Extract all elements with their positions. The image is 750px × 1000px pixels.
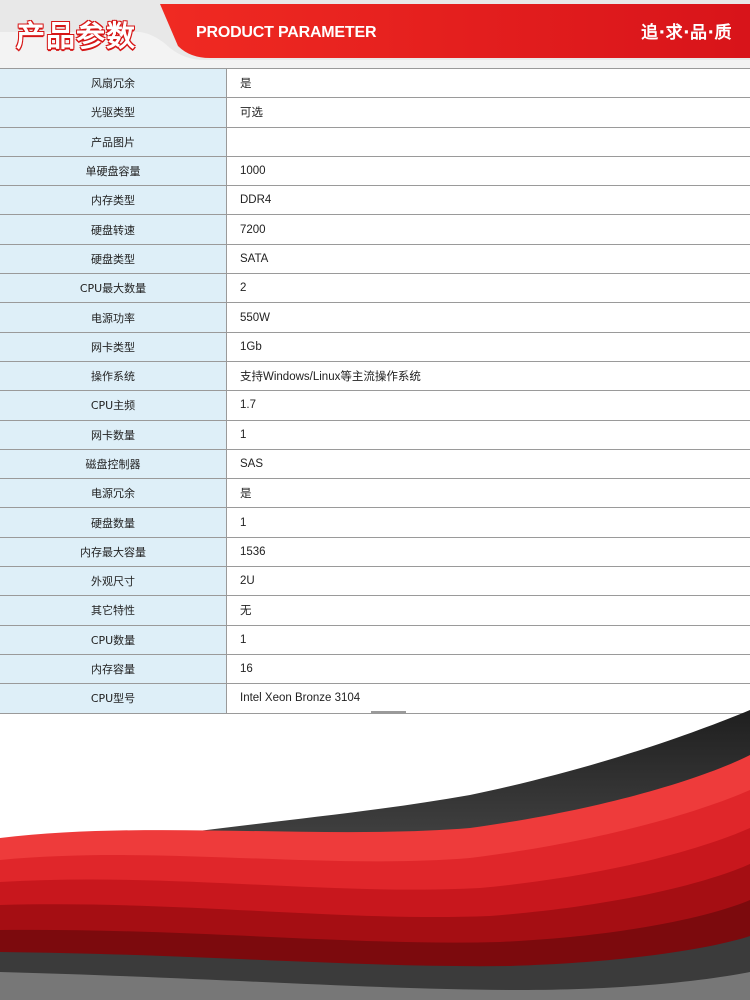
- param-value: 16: [226, 653, 750, 685]
- table-row: 磁盘控制器 SAS: [0, 448, 750, 480]
- param-value: 1: [226, 624, 750, 655]
- table-row: CPU主频 1.7: [0, 390, 750, 421]
- param-label: 其它特性: [0, 595, 227, 626]
- table-row: CPU最大数量 2: [0, 273, 750, 304]
- table-row: 内存容量 16: [0, 653, 750, 685]
- param-label: 风扇冗余: [0, 67, 227, 99]
- param-label: 电源冗余: [0, 478, 227, 509]
- param-label: 内存类型: [0, 185, 227, 216]
- param-value: 2U: [226, 566, 750, 597]
- table-row: 单硬盘容量 1000: [0, 155, 750, 187]
- table-row: 网卡数量 1: [0, 419, 750, 450]
- param-value: [226, 126, 750, 157]
- param-value: 1.7: [226, 390, 750, 421]
- param-value: 1: [226, 419, 750, 450]
- param-value: 可选: [226, 97, 750, 128]
- param-label: CPU主频: [0, 390, 227, 421]
- header-banner: 产品参数 PRODUCT PARAMETER 追·求·品·质: [0, 0, 750, 68]
- param-value: 550W: [226, 302, 750, 333]
- param-label: CPU数量: [0, 624, 227, 655]
- page-title-cn: 产品参数: [16, 19, 137, 53]
- param-value: DDR4: [226, 185, 750, 216]
- param-value: 1Gb: [226, 331, 750, 362]
- param-label: 电源功率: [0, 302, 227, 333]
- param-label: 网卡类型: [0, 331, 227, 362]
- param-label: 内存容量: [0, 653, 227, 685]
- table-row: 内存最大容量 1536: [0, 536, 750, 568]
- param-label: CPU最大数量: [0, 273, 227, 304]
- param-value: 支持Windows/Linux等主流操作系统: [226, 360, 750, 392]
- table-row: 电源功率 550W: [0, 302, 750, 333]
- param-value: 是: [226, 478, 750, 509]
- param-value: 2: [226, 273, 750, 304]
- param-label: 内存最大容量: [0, 536, 227, 568]
- decorative-swoosh: [0, 710, 750, 1000]
- table-row: 网卡类型 1Gb: [0, 331, 750, 362]
- param-label: 网卡数量: [0, 419, 227, 450]
- parameter-table-body: 风扇冗余是光驱类型 可选 产品图片 单硬盘容量 1000 内存类型 DDR4 硬盘转速 7200…: [0, 67, 750, 714]
- param-label: 产品图片: [0, 126, 227, 157]
- table-row: 其它特性无: [0, 595, 750, 626]
- table-row: 操作系统 支持Windows/Linux等主流操作系统: [0, 360, 750, 392]
- param-label: 磁盘控制器: [0, 448, 227, 480]
- param-value: 无: [226, 595, 750, 626]
- param-value: 是: [226, 67, 750, 99]
- param-label: 光驱类型: [0, 97, 227, 128]
- table-row: 电源冗余是: [0, 478, 750, 509]
- table-row: 硬盘转速 7200: [0, 214, 750, 245]
- param-value: SATA: [226, 243, 750, 275]
- param-label: 硬盘数量: [0, 507, 227, 538]
- page-title-en: PRODUCT PARAMETER: [196, 24, 377, 41]
- param-value: 1536: [226, 536, 750, 568]
- param-label: 单硬盘容量: [0, 155, 227, 187]
- table-row: 风扇冗余是: [0, 67, 750, 99]
- param-label: 操作系统: [0, 360, 227, 392]
- param-label: 硬盘类型: [0, 243, 227, 275]
- slogan-text: 追·求·品·质: [641, 23, 732, 43]
- param-label: 硬盘转速: [0, 214, 227, 245]
- table-row: 硬盘类型 SATA: [0, 243, 750, 275]
- param-value: 1000: [226, 155, 750, 187]
- table-row: 产品图片: [0, 126, 750, 157]
- param-value: SAS: [226, 448, 750, 480]
- table-row: 硬盘数量 1: [0, 507, 750, 538]
- parameter-table: 风扇冗余是光驱类型 可选 产品图片 单硬盘容量 1000 内存类型 DDR4 硬盘转速 7200…: [0, 67, 750, 714]
- table-row: CPU数量 1: [0, 624, 750, 655]
- table-row: 外观尺寸 2U: [0, 566, 750, 597]
- param-value: 7200: [226, 214, 750, 245]
- table-row: 内存类型 DDR4: [0, 185, 750, 216]
- param-label: 外观尺寸: [0, 566, 227, 597]
- param-value: 1: [226, 507, 750, 538]
- table-row: 光驱类型 可选: [0, 97, 750, 128]
